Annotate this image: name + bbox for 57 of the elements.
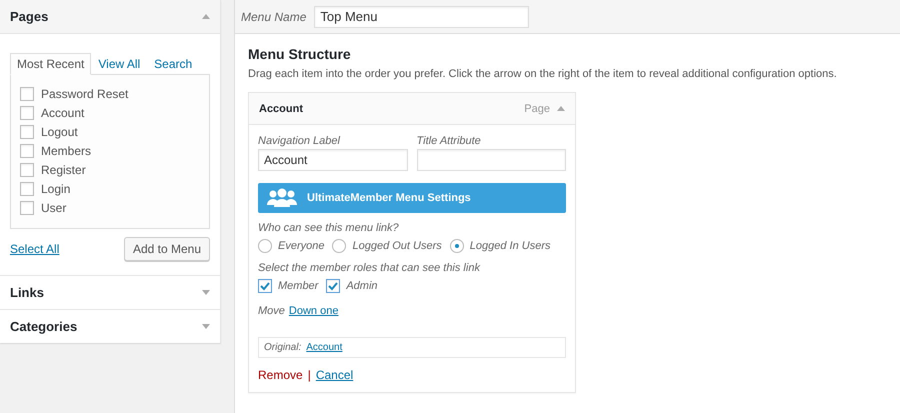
menu-settings-button[interactable]: UltimateMember Menu Settings [258,183,566,213]
checkbox[interactable] [20,162,34,176]
option-label: Member [278,280,318,292]
section-heading: Menu Structure [248,46,352,62]
checkbox[interactable] [20,200,34,214]
separator: | [308,368,311,382]
menu-name-field[interactable]: Top Menu [314,6,530,28]
option-label: Admin [346,280,378,292]
tab[interactable]: Search [147,53,200,75]
page-label: Logout [41,124,78,138]
option-label: Logged In Users [470,240,550,252]
add-to-menu-button[interactable]: Add to Menu [124,237,210,261]
page-label: Login [41,182,70,196]
page-label: Account [41,106,84,120]
radio-button[interactable] [332,239,346,253]
field-label: Navigation Label [258,135,342,147]
question-text: Select the member roles that can see this link [258,262,482,274]
navigation-label-field[interactable]: Account [258,149,408,171]
move-label: Move [258,305,285,317]
select-all-link[interactable]: Select All [10,242,60,256]
collapse-arrow-icon[interactable] [557,106,565,111]
original-label: Original: [264,342,302,353]
question-text: Who can see this menu link? [258,222,400,234]
section-title: Categories [10,319,78,334]
original-link[interactable]: Account [306,342,342,353]
section-title: Pages [10,9,48,24]
checkbox[interactable] [20,182,34,196]
item-type: Page [524,102,550,114]
remove-link[interactable]: Remove [258,368,303,382]
down-one-link[interactable]: Down one [288,305,338,317]
item-title: Account [259,102,303,114]
checkbox[interactable] [20,144,34,158]
collapse-arrow-icon[interactable] [202,14,210,19]
radio-button[interactable] [258,239,272,253]
page-label: Register [41,162,86,176]
cancel-link[interactable]: Cancel [316,368,354,382]
tab[interactable]: Most Recent [10,53,92,75]
field-label: Title Attribute [416,135,482,147]
tab[interactable]: View All [91,53,148,75]
page-label: Password Reset [41,86,128,100]
checkbox[interactable] [20,106,34,120]
option-label: Everyone [278,240,324,252]
menu-name-label: Menu Name [241,10,306,24]
expand-arrow-icon[interactable] [202,290,210,295]
option-label: Logged Out Users [352,240,442,252]
title-attribute-field[interactable] [416,149,566,171]
expand-arrow-icon[interactable] [202,324,210,329]
checkbox[interactable] [326,279,340,293]
page-label: Members [41,144,92,158]
checkbox[interactable] [20,124,34,138]
checkbox[interactable] [258,279,272,293]
page-label: User [41,200,66,214]
section-title: Links [10,285,44,300]
description-text: Drag each item into the order you prefer. Click the arrow on the right of the item to reveal additional configuration options. [248,68,838,80]
users-icon [267,188,297,208]
checkbox[interactable] [20,86,34,100]
radio-button[interactable] [450,239,464,253]
